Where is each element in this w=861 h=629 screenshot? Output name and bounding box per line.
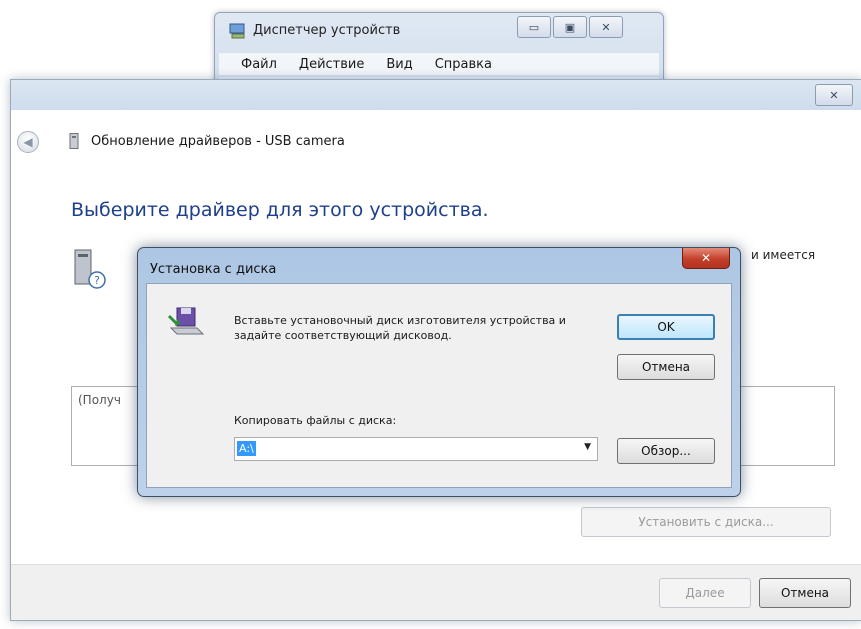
minimize-button[interactable]: ▭ — [517, 16, 551, 38]
dialog-instruction: Вставьте установочный диск изготовителя … — [234, 314, 566, 342]
wizard-header-title: Обновление драйверов - USB camera — [91, 134, 345, 149]
close-button[interactable]: ✕ — [589, 16, 623, 38]
browse-button[interactable]: Обзор... — [617, 438, 715, 464]
wizard-footer: Далее Отмена — [11, 564, 861, 620]
menu-action[interactable]: Действие — [299, 57, 364, 72]
wizard-headline: Выберите драйвер для этого устройства. — [71, 199, 489, 221]
device-manager-menubar: Файл Действие Вид Справка — [219, 53, 659, 75]
ok-button[interactable]: OK — [617, 314, 715, 340]
wizard-title-bar — [11, 80, 861, 110]
dialog-title: Установка с диска — [150, 262, 277, 277]
disk-drive-icon — [167, 307, 205, 335]
back-button[interactable]: ◀ — [17, 131, 39, 153]
install-from-disk-dialog: Установка с диска ✕ Вставьте установочны… — [137, 247, 741, 497]
menu-view[interactable]: Вид — [386, 57, 412, 72]
computer-help-icon: ? — [74, 249, 106, 289]
copy-files-path-combobox[interactable]: A:\ ▼ — [234, 437, 598, 461]
chevron-down-icon[interactable]: ▼ — [584, 442, 591, 452]
menu-file[interactable]: Файл — [241, 57, 277, 72]
next-button[interactable]: Далее — [659, 578, 751, 608]
description-text: и имеется — [751, 248, 816, 262]
dialog-client-area: Вставьте установочный диск изготовителя … — [146, 283, 732, 488]
dialog-cancel-button[interactable]: Отмена — [617, 354, 715, 380]
cancel-button[interactable]: Отмена — [759, 578, 851, 608]
device-manager-icon — [229, 23, 245, 39]
path-value: A:\ — [237, 441, 256, 456]
have-disk-button[interactable]: Установить с диска... — [581, 507, 831, 537]
device-manager-window-controls: ▭ ▣ ✕ — [515, 16, 623, 38]
svg-text:?: ? — [94, 274, 100, 287]
usb-device-icon — [69, 133, 79, 149]
device-manager-title: Диспетчер устройств — [253, 23, 401, 38]
menu-help[interactable]: Справка — [435, 57, 492, 72]
copy-files-label: Копировать файлы с диска: — [234, 414, 397, 427]
maximize-button[interactable]: ▣ — [553, 16, 587, 38]
wizard-close-button[interactable]: ✕ — [815, 84, 853, 106]
dialog-close-button[interactable]: ✕ — [682, 248, 730, 269]
driver-list-text: (Получ — [78, 393, 121, 407]
